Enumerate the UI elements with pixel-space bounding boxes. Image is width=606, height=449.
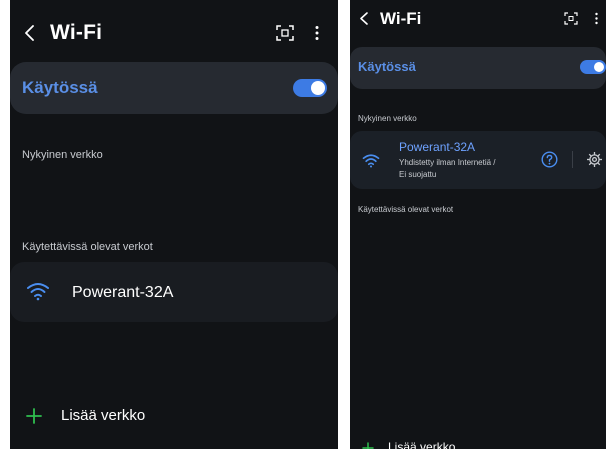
plus-icon[interactable] — [26, 408, 42, 424]
network-status: Yhdistetty ilman Internetiä / — [399, 158, 496, 167]
wifi-icon — [27, 283, 49, 301]
available-networks-header: Käytettävissä olevat verkot — [22, 241, 153, 253]
wifi-screen-connected: Wi-Fi Käytössä Nykyinen verkko Powerant-… — [350, 0, 606, 449]
page-title: Wi-Fi — [380, 9, 422, 28]
settings-icon[interactable] — [586, 151, 603, 168]
wifi-toggle[interactable] — [293, 79, 327, 97]
network-name: Powerant-32A — [72, 284, 174, 301]
available-networks-header: Käytettävissä olevat verkot — [358, 205, 454, 214]
wifi-enable-label: Käytössä — [358, 59, 416, 74]
plus-icon[interactable] — [362, 442, 374, 449]
wifi-screen-before: Wi-Fi Käytössä Nykyinen verkko Käytettäv… — [10, 0, 338, 449]
wifi-toggle-knob — [594, 62, 604, 72]
qr-scan-icon[interactable] — [276, 25, 294, 41]
wifi-toggle-knob — [311, 81, 325, 95]
network-list-item[interactable] — [10, 262, 338, 322]
wifi-toggle[interactable] — [580, 60, 606, 74]
network-name: Powerant-32A — [399, 140, 476, 154]
network-security: Ei suojattu — [399, 170, 437, 179]
page-title: Wi-Fi — [50, 21, 103, 44]
back-icon[interactable] — [24, 25, 36, 41]
wifi-icon — [362, 154, 380, 168]
current-network-header: Nykyinen verkko — [22, 149, 103, 161]
wifi-enable-label: Käytössä — [22, 78, 98, 97]
add-network-button[interactable]: Lisää verkko — [61, 407, 145, 424]
more-vert-icon[interactable] — [314, 25, 320, 41]
current-network-header: Nykyinen verkko — [358, 114, 417, 123]
add-network-button[interactable]: Lisää verkko — [388, 440, 455, 449]
back-icon[interactable] — [359, 12, 369, 25]
help-icon[interactable] — [541, 151, 558, 168]
more-vert-icon[interactable] — [594, 12, 599, 25]
divider — [572, 151, 573, 168]
qr-scan-icon[interactable] — [564, 12, 578, 25]
